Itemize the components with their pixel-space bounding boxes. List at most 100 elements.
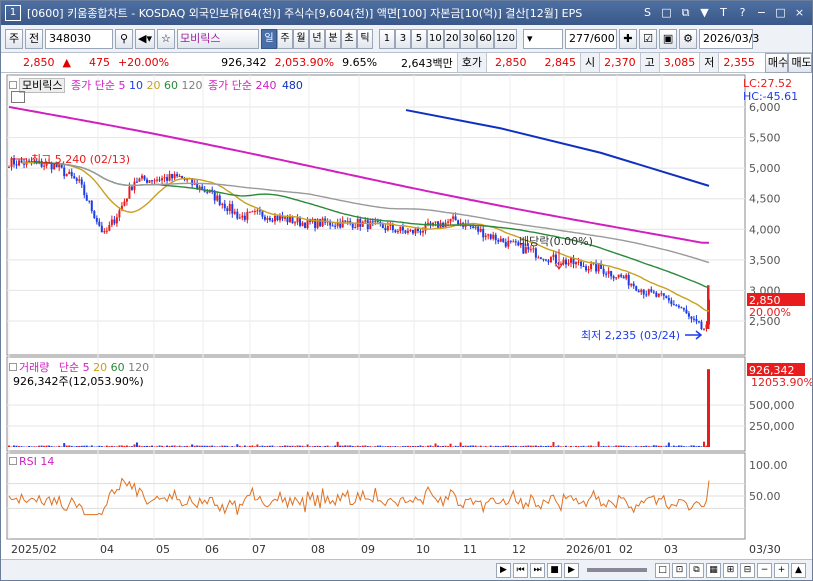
quote-bar: 2,850 ▲ 475 +20.00% 926,342 2,053.90% 9.… [1, 52, 812, 73]
period-tab[interactable]: 분 [324, 28, 341, 49]
window-control-icon[interactable]: ▼ [696, 4, 713, 21]
period-button[interactable]: 주 [5, 28, 23, 49]
interval-tab[interactable]: 120 [493, 28, 518, 49]
window-control-icon[interactable]: ? [734, 4, 751, 21]
interval-tab[interactable]: 5 [410, 28, 427, 49]
interval-tab[interactable]: 60 [477, 28, 494, 49]
legend-ma2-label[interactable]: 종가 단순 240 [208, 79, 276, 92]
next-icon[interactable]: ▶ [564, 562, 579, 578]
window-control-icon[interactable]: S [639, 4, 656, 21]
save-icon[interactable]: ▣ [659, 28, 678, 49]
speaker-icon[interactable]: ◀▾ [135, 28, 155, 49]
volume-bar [399, 446, 402, 447]
layout-icon[interactable]: ▦ [706, 562, 721, 578]
chart-check-icon[interactable]: ☑ [639, 28, 658, 49]
quote-high: 3,085 [663, 56, 696, 69]
candle-body [590, 263, 593, 270]
count-field[interactable]: 277/600 [565, 28, 618, 49]
candle-body [143, 175, 146, 180]
chart-area[interactable]: 6,000 5,500 5,000 4,500 4,000 3,500 3,000 2,500… [1, 73, 812, 561]
candle-body [386, 225, 389, 231]
calendar-icon[interactable] [11, 91, 25, 103]
quote-volume-pct: 2,053.90% [274, 56, 335, 69]
legend-ma-period[interactable]: 10 [129, 79, 143, 92]
period-tab[interactable]: 일 [260, 28, 277, 49]
volume-bar [130, 446, 133, 447]
chart-type-icon[interactable]: ⊡ [672, 562, 687, 578]
legend-ma-label[interactable]: 종가 단순 5 [71, 79, 125, 92]
window-control-icon[interactable]: □ [772, 4, 789, 21]
period-tab[interactable]: 주 [276, 28, 293, 49]
prev-button[interactable]: 전 [25, 28, 43, 49]
candle-body [8, 166, 10, 168]
stock-code-input[interactable]: 348030 [45, 28, 113, 49]
period-tab[interactable]: 틱 [356, 28, 373, 49]
volume-bar [188, 446, 191, 447]
crosshair-icon[interactable]: ✚ [619, 28, 638, 49]
interval-select[interactable]: ▾ [523, 28, 564, 49]
minus-icon[interactable]: − [757, 562, 772, 578]
volume-bar [557, 445, 560, 447]
period-tab[interactable]: 월 [292, 28, 309, 49]
candle-body [409, 230, 412, 232]
scroll-slider[interactable] [587, 568, 647, 572]
volume-bar [469, 445, 472, 447]
candle-body [216, 195, 219, 201]
candle-body [542, 258, 545, 260]
period-tab[interactable]: 년 [308, 28, 325, 49]
sell-button[interactable]: 매도 [788, 52, 812, 73]
volume-bar [13, 445, 16, 447]
candle-body [243, 215, 246, 220]
candle-body [449, 218, 452, 222]
stop-icon[interactable]: ■ [547, 562, 562, 578]
interval-tab[interactable]: 3 [394, 28, 411, 49]
interval-tab[interactable]: 1 [378, 28, 395, 49]
search-icon[interactable]: ⚲ [115, 28, 133, 49]
plus-icon[interactable]: + [774, 562, 789, 578]
fit-icon[interactable]: ⊟ [740, 562, 755, 578]
legend-ma-period[interactable]: 120 [178, 79, 202, 92]
interval-tab[interactable]: 30 [460, 28, 478, 49]
buy-button[interactable]: 매수 [764, 52, 789, 73]
legend-ma2-period[interactable]: 480 [282, 79, 303, 92]
date-input[interactable]: 2026/03/3 [699, 28, 759, 49]
window-control-icon[interactable]: □ [658, 4, 675, 21]
window-control-icon[interactable]: − [753, 4, 770, 21]
candle-body [677, 305, 680, 308]
last-icon[interactable]: ⏭ [530, 562, 545, 578]
volume-bar [143, 445, 146, 447]
x-tick-label: 09 [361, 543, 375, 556]
volume-bar [271, 445, 274, 447]
candle-body [321, 218, 324, 227]
candle-body [158, 179, 161, 181]
zoom-fit-icon[interactable]: □ [655, 562, 670, 578]
stock-name-button[interactable]: 모비릭스 [176, 28, 259, 49]
settings-icon[interactable]: ⚙ [679, 28, 698, 49]
grid-icon[interactable]: ⊞ [723, 562, 738, 578]
volume-bar [286, 445, 289, 447]
legend-stock-name[interactable]: 모비릭스 [19, 78, 66, 93]
hc-label: HC:-45.61 [743, 90, 798, 103]
window-control-icon[interactable]: T [715, 4, 732, 21]
candle-body [605, 273, 608, 275]
candle-body [135, 181, 138, 183]
favorite-icon[interactable]: ☆ [156, 28, 175, 49]
volume-bar [580, 446, 583, 447]
play-icon[interactable]: ▶ [496, 562, 511, 578]
x-tick-label: 08 [311, 543, 325, 556]
x-tick-label: 04 [100, 543, 114, 556]
window-control-icon[interactable]: × [791, 4, 808, 21]
copy-icon[interactable]: ⧉ [689, 562, 704, 578]
legend-ma-period[interactable]: 20 [143, 79, 160, 92]
rsi-legend-name[interactable]: RSI 14 [19, 455, 54, 468]
candle-body [168, 174, 171, 181]
legend-ma-period[interactable]: 60 [160, 79, 178, 92]
interval-tab[interactable]: 20 [443, 28, 461, 49]
volume-bar [667, 442, 670, 447]
chart-canvas[interactable]: 6,0005,5005,0004,5004,0003,5003,0002,500… [1, 73, 812, 559]
interval-tab[interactable]: 10 [426, 28, 444, 49]
up-icon[interactable]: ▲ [791, 562, 806, 578]
first-icon[interactable]: ⏮ [513, 562, 528, 578]
period-tab[interactable]: 초 [340, 28, 357, 49]
window-control-icon[interactable]: ⧉ [677, 4, 694, 21]
